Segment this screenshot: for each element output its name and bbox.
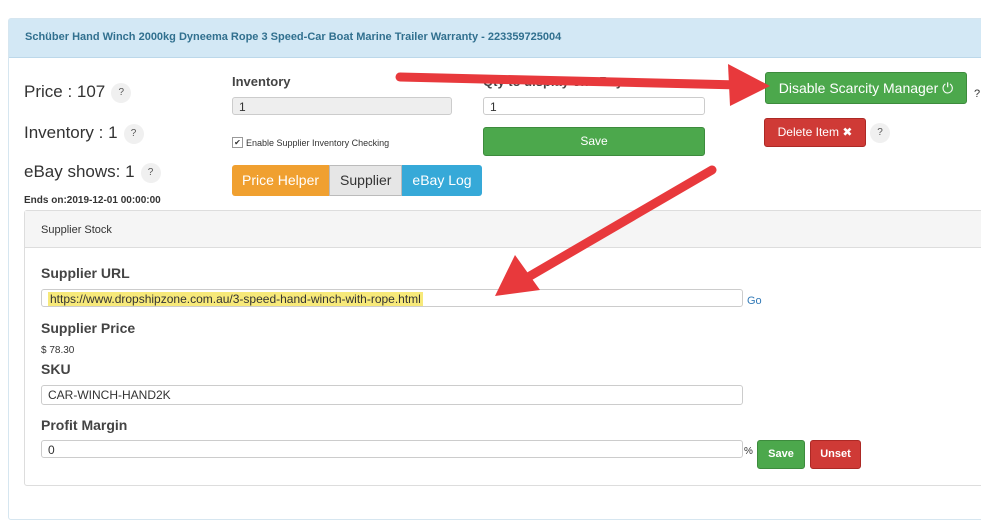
arrow-to-scarcity	[395, 64, 770, 106]
arrow-to-url	[495, 165, 717, 296]
annotation-arrows	[395, 64, 770, 296]
